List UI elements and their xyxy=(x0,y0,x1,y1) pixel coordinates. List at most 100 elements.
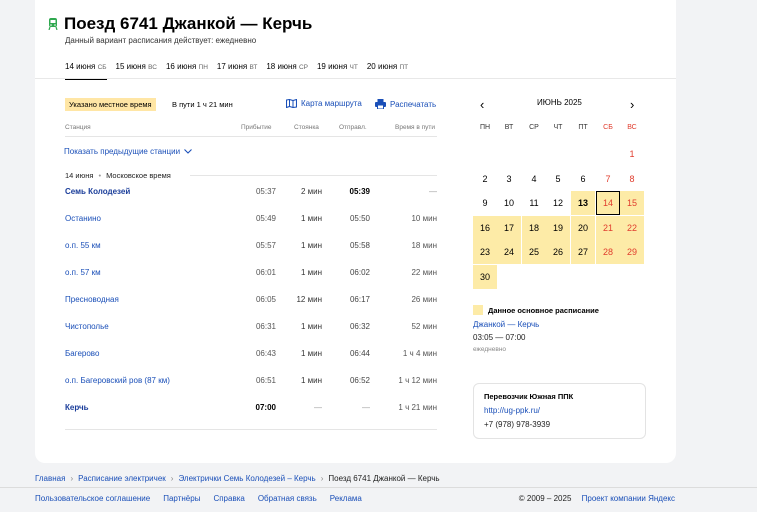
weekday-header: ПТ xyxy=(578,124,588,131)
timezone-label: Московское время xyxy=(106,171,171,180)
travel-time: 10 мин xyxy=(411,214,437,223)
travel-time: 1 ч 12 мин xyxy=(398,376,437,385)
travel-time: 52 мин xyxy=(411,322,437,331)
station-link[interactable]: о.п. 57 км xyxy=(65,268,101,277)
company-link[interactable]: Проект компании Яндекс xyxy=(582,494,675,503)
stop-duration: 1 мин xyxy=(300,241,322,250)
schedule-time-range: 03:05 — 07:00 xyxy=(473,333,526,342)
copyright: © 2009 – 2025 xyxy=(518,494,572,503)
carrier-name: Перевозчик Южная ППК xyxy=(484,392,574,401)
map-icon xyxy=(286,99,297,108)
date-group-date: 14 июня xyxy=(65,171,94,180)
station-link[interactable]: о.п. Багеровский ров (87 км) xyxy=(65,376,170,385)
footer-divider xyxy=(0,487,757,488)
calendar-day-7[interactable]: 7 xyxy=(596,167,620,191)
calendar-day-27[interactable]: 27 xyxy=(571,240,595,264)
route-map-link[interactable]: Карта маршрута xyxy=(286,99,362,108)
footer-link-ads[interactable]: Реклама xyxy=(330,494,362,503)
chevron-down-icon xyxy=(184,149,192,154)
station-link[interactable]: Семь Колодезей xyxy=(65,187,130,196)
calendar-day-21[interactable]: 21 xyxy=(596,216,620,240)
table-row: Семь Колодезей 05:37 2 мин 05:39 — xyxy=(65,187,437,199)
breadcrumb-route[interactable]: Электрички Семь Колодезей – Керчь xyxy=(178,474,315,483)
departure-time: 06:02 xyxy=(349,268,370,277)
table-row: о.п. Багеровский ров (87 км) 06:51 1 мин… xyxy=(65,376,437,388)
chevron-left-icon: ‹ xyxy=(480,97,485,112)
departure-time: 05:58 xyxy=(349,241,370,250)
calendar-day-9[interactable]: 9 xyxy=(473,191,497,215)
calendar-day-13[interactable]: 13 xyxy=(571,191,595,215)
col-header-stop: Стоянка xyxy=(294,124,319,131)
table-row: о.п. 57 км 06:01 1 мин 06:02 22 мин xyxy=(65,268,437,280)
calendar-day-19[interactable]: 19 xyxy=(546,216,570,240)
print-link[interactable]: Распечатать xyxy=(375,99,436,109)
calendar-day-12[interactable]: 12 xyxy=(546,191,570,215)
calendar-day-24[interactable]: 24 xyxy=(497,240,521,264)
footer-link-partners[interactable]: Партнёры xyxy=(163,494,200,503)
calendar-day-8[interactable]: 8 xyxy=(620,167,644,191)
carrier-website-link[interactable]: http://ug-ppk.ru/ xyxy=(484,406,540,415)
station-link[interactable]: Чистополье xyxy=(65,322,109,331)
arrival-time: 07:00 xyxy=(255,403,276,412)
calendar-day-4[interactable]: 4 xyxy=(522,167,546,191)
calendar-day-15[interactable]: 15 xyxy=(620,191,644,215)
calendar-day-18[interactable]: 18 xyxy=(522,216,546,240)
show-previous-stations[interactable]: Показать предыдущие станции xyxy=(64,147,192,156)
station-link[interactable]: Керчь xyxy=(65,403,89,412)
local-time-badge: Указано местное время xyxy=(65,98,156,111)
travel-time: 1 ч 4 мин xyxy=(402,349,437,358)
table-row: Пресноводная 06:05 12 мин 06:17 26 мин xyxy=(65,295,437,307)
arrival-time: 05:49 xyxy=(255,214,276,223)
station-link[interactable]: Багерово xyxy=(65,349,99,358)
calendar-day-30[interactable]: 30 xyxy=(473,265,497,289)
chevron-right-icon: › xyxy=(630,97,635,112)
stop-duration: 1 мин xyxy=(300,349,322,358)
table-row: Багерово 06:43 1 мин 06:44 1 ч 4 мин xyxy=(65,349,437,361)
page-title: Поезд 6741 Джанкой — Керчь xyxy=(64,14,313,33)
footer-link-help[interactable]: Справка xyxy=(213,494,244,503)
schedule-route-link[interactable]: Джанкой — Керчь xyxy=(473,320,539,329)
station-link[interactable]: о.п. 55 км xyxy=(65,241,101,250)
station-link[interactable]: Останино xyxy=(65,214,101,223)
calendar-day-25[interactable]: 25 xyxy=(522,240,546,264)
calendar-day-10[interactable]: 10 xyxy=(497,191,521,215)
arrival-time: 06:43 xyxy=(255,349,276,358)
calendar-day-3[interactable]: 3 xyxy=(497,167,521,191)
calendar-day-29[interactable]: 29 xyxy=(620,240,644,264)
station-link[interactable]: Пресноводная xyxy=(65,295,119,304)
departure-time: 06:32 xyxy=(349,322,370,331)
calendar-day-1[interactable]: 1 xyxy=(620,142,644,166)
calendar-day-14[interactable]: 14 xyxy=(596,191,620,215)
arrival-time: 06:51 xyxy=(255,376,276,385)
breadcrumb-separator-icon: › xyxy=(70,474,74,483)
calendar-day-20[interactable]: 20 xyxy=(571,216,595,240)
calendar-day-11[interactable]: 11 xyxy=(522,191,546,215)
footer-link-feedback[interactable]: Обратная связь xyxy=(258,494,317,503)
calendar-day-6[interactable]: 6 xyxy=(571,167,595,191)
travel-time: — xyxy=(429,187,437,196)
calendar-day-23[interactable]: 23 xyxy=(473,240,497,264)
footer-link-terms[interactable]: Пользовательское соглашение xyxy=(35,494,150,503)
departure-time: — xyxy=(362,403,370,412)
col-header-travel-time: Время в пути xyxy=(395,124,435,131)
calendar-next-button[interactable]: › xyxy=(630,97,634,112)
show-previous-label: Показать предыдущие станции xyxy=(64,147,181,156)
calendar-day-2[interactable]: 2 xyxy=(473,167,497,191)
calendar-day-22[interactable]: 22 xyxy=(620,216,644,240)
calendar-day-16[interactable]: 16 xyxy=(473,216,497,240)
calendar-day-17[interactable]: 17 xyxy=(497,216,521,240)
breadcrumb-schedules[interactable]: Расписание электричек xyxy=(78,474,166,483)
legend-swatch xyxy=(473,305,483,315)
route-map-label: Карта маршрута xyxy=(301,99,362,108)
travel-time: 26 мин xyxy=(411,295,437,304)
weekday-header: СБ xyxy=(603,124,613,131)
weekday-header: ЧТ xyxy=(553,124,563,131)
breadcrumb-current: Поезд 6741 Джанкой — Керчь xyxy=(328,474,440,483)
travel-time: 1 ч 21 мин xyxy=(398,403,437,412)
breadcrumb-home[interactable]: Главная xyxy=(35,474,65,483)
stop-duration: — xyxy=(314,403,322,412)
calendar-day-26[interactable]: 26 xyxy=(546,240,570,264)
calendar-day-28[interactable]: 28 xyxy=(596,240,620,264)
calendar-day-5[interactable]: 5 xyxy=(546,167,570,191)
calendar-prev-button[interactable]: ‹ xyxy=(480,97,484,112)
